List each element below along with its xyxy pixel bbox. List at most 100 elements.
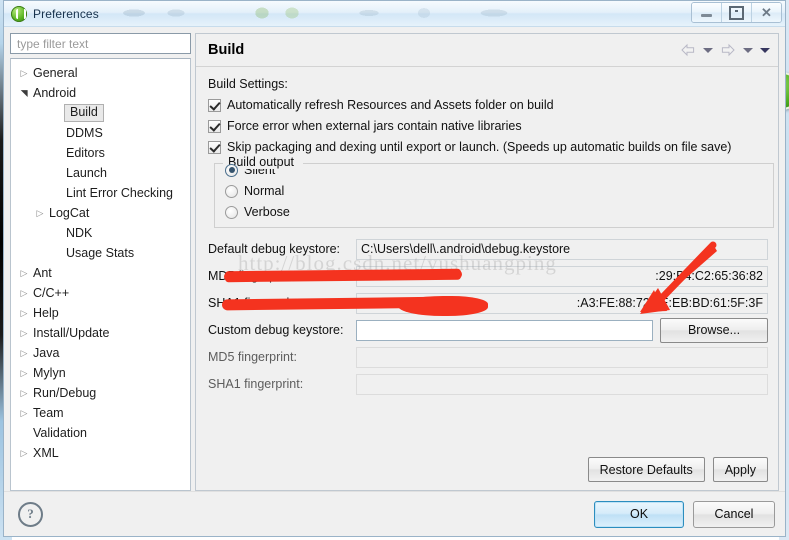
sidebar-item-usage-stats[interactable]: Usage Stats [11,243,190,263]
sidebar-item-install-update[interactable]: ▷ Install/Update [11,323,190,343]
radio-label: Verbose [244,205,290,219]
sidebar-item-xml[interactable]: ▷ XML [11,443,190,463]
back-arrow-icon[interactable] [680,43,696,57]
sidebar-item-logcat[interactable]: ▷ LogCat [11,203,190,223]
expand-chevron-right-icon[interactable]: ▷ [17,328,31,339]
expand-chevron-right-icon[interactable]: ▷ [17,408,31,419]
sidebar-item-c-c[interactable]: ▷ C/C++ [11,283,190,303]
help-question-icon[interactable]: ? [18,501,43,527]
sidebar-item-label: Editors [66,146,105,160]
sidebar-item-label: Run/Debug [33,386,97,400]
minimize-button[interactable] [692,3,722,22]
field-value[interactable] [356,319,653,341]
expand-chevron-right-icon[interactable]: ▷ [17,68,31,79]
sidebar-item-label: Java [33,346,60,360]
keystore-field-row: MD5 fingerprint::29:B4:C2:65:36:82 [208,265,768,287]
radio-button-icon[interactable] [225,205,238,219]
forward-arrow-icon[interactable] [720,43,736,57]
expand-chevron-right-icon[interactable]: ▷ [17,348,31,359]
checkbox-icon[interactable] [208,141,221,154]
expand-chevron-right-icon[interactable]: ▷ [33,208,47,219]
sidebar-item-lint-error-checking[interactable]: Lint Error Checking [11,183,190,203]
sidebar-item-label: Build [64,104,104,122]
keystore-field-row: MD5 fingerprint: [208,346,768,368]
build-settings-content: Build Settings: Automatically refresh Re… [196,67,778,490]
preferences-tree[interactable]: ▷ General ◢ Android Build DDMS Editors Launch Li… [10,58,191,491]
minimize-icon [701,13,712,17]
field-value: :A3:FE:88:72:3E:EB:BD:61:5F:3F [356,292,768,314]
close-icon: ✕ [761,5,772,20]
keystore-fields: Default debug keystore: C:\Users\dell\.an… [208,238,768,395]
background-toolbar-ghost [114,4,655,22]
build-output-option[interactable]: Silent [225,163,763,177]
expand-chevron-right-icon[interactable]: ▷ [17,288,31,299]
sidebar-item-label: Help [33,306,59,320]
page-header: Build [196,34,778,67]
search-input[interactable] [15,35,186,52]
sidebar-item-validation[interactable]: Validation [11,423,190,443]
view-menu-chevron-down-icon[interactable] [760,47,770,53]
sidebar-item-java[interactable]: ▷ Java [11,343,190,363]
cancel-button[interactable]: Cancel [693,500,775,528]
restore-button[interactable] [722,3,752,22]
sidebar-item-label: DDMS [66,126,103,140]
page-title: Build [208,42,245,58]
build-output-radio-group: Silent Normal Verbose [225,163,763,219]
collapse-chevron-down-icon[interactable]: ◢ [19,86,30,100]
sidebar-item-ddms[interactable]: DDMS [11,123,190,143]
radio-label: Normal [244,184,285,198]
build-setting-checkbox-row[interactable]: Automatically refresh Resources and Asse… [208,98,768,113]
back-history-chevron-down-icon[interactable] [703,47,713,53]
build-setting-checkbox-row[interactable]: Skip packaging and dexing until export o… [208,140,768,155]
group-border-top [215,163,773,164]
build-output-group: Build output Silent Normal Verbose [214,155,774,228]
field-label: SHA1 fingerprint: [208,377,304,391]
radio-button-icon[interactable] [225,184,238,198]
browse-button[interactable]: Browse... [660,317,768,343]
sidebar-item-general[interactable]: ▷ General [11,63,190,83]
build-output-option[interactable]: Verbose [225,205,763,219]
expand-chevron-right-icon[interactable]: ▷ [17,368,31,379]
title-bar: Preferences ✕ [4,1,785,27]
checkbox-icon[interactable] [208,120,221,133]
build-preferences-pane: Build Build Settings: Automatically refr… [195,33,779,491]
radio-button-icon[interactable] [225,163,238,177]
expand-chevron-right-icon[interactable]: ▷ [17,268,31,279]
sidebar-item-ant[interactable]: ▷ Ant [11,263,190,283]
sidebar-item-mylyn[interactable]: ▷ Mylyn [11,363,190,383]
sidebar-item-label: NDK [66,226,93,240]
apply-button[interactable]: Apply [712,457,768,482]
sidebar-item-team[interactable]: ▷ Team [11,403,190,423]
sidebar-item-help[interactable]: ▷ Help [11,303,190,323]
sidebar-item-editors[interactable]: Editors [11,143,190,163]
page-nav-icons [680,43,770,57]
checkbox-label: Skip packaging and dexing until export o… [227,140,732,154]
forward-history-chevron-down-icon[interactable] [743,47,753,53]
expand-chevron-right-icon[interactable]: ▷ [17,308,31,319]
window-title: Preferences [33,6,99,21]
expand-chevron-right-icon[interactable]: ▷ [17,388,31,399]
checkbox-label: Force error when external jars contain n… [227,119,522,133]
restore-icon [729,5,744,20]
restore-defaults-button[interactable]: Restore Defaults [587,457,705,482]
checkbox-icon[interactable] [208,99,221,112]
filter-box[interactable] [10,33,191,54]
sidebar-item-label: Team [33,406,64,420]
build-output-option[interactable]: Normal [225,184,763,198]
footer-buttons: OK Cancel [594,500,775,528]
preferences-tree-pane: ▷General◢AndroidBuildDDMSEditorsLaunchLi… [10,33,191,491]
sidebar-item-android[interactable]: ◢ Android [11,83,190,103]
build-setting-checkbox-row[interactable]: Force error when external jars contain n… [208,119,768,134]
window-controls: ✕ [691,2,782,23]
checkbox-label: Automatically refresh Resources and Asse… [227,98,554,112]
sidebar-item-ndk[interactable]: NDK [11,223,190,243]
sidebar-item-label: Android [33,86,77,100]
sidebar-item-label: Install/Update [33,326,110,340]
sidebar-item-run-debug[interactable]: ▷ Run/Debug [11,383,190,403]
pane-action-buttons: Restore Defaults Apply [587,457,768,482]
sidebar-item-build[interactable]: Build [11,103,190,123]
expand-chevron-right-icon[interactable]: ▷ [17,448,31,459]
ok-button[interactable]: OK [594,500,684,528]
sidebar-item-launch[interactable]: Launch [11,163,190,183]
close-button[interactable]: ✕ [752,3,781,22]
